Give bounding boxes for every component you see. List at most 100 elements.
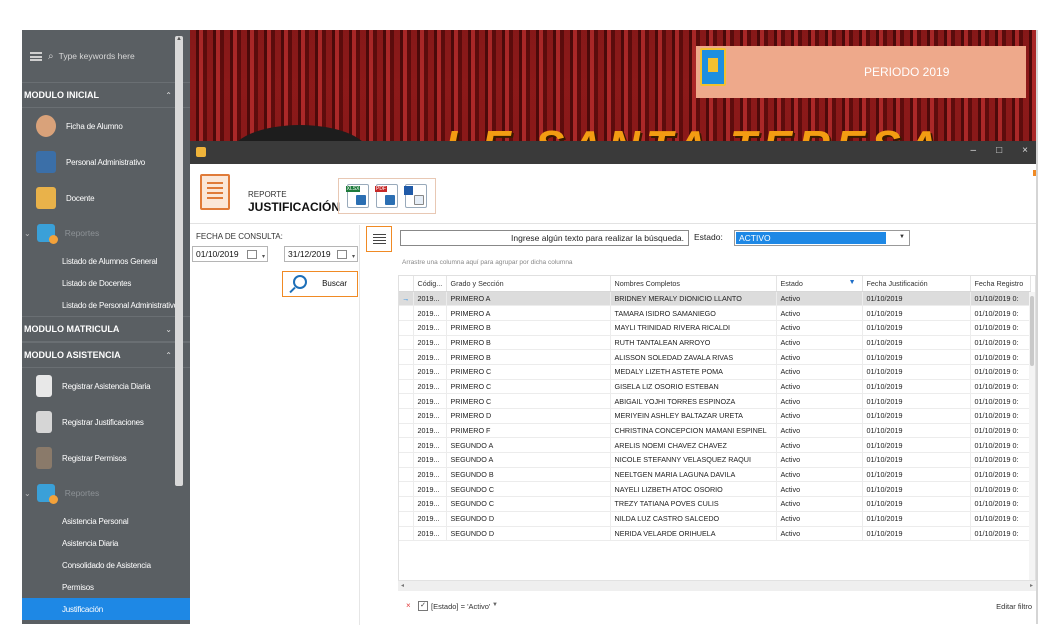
cell-fecha-justificacion[interactable]: 01/10/2019 xyxy=(862,335,971,351)
sidebar-item-docente[interactable]: Docente xyxy=(22,180,190,216)
cell-fecha-registro[interactable]: 01/10/2019 0: xyxy=(970,467,1031,483)
cell-codigo[interactable]: 2019... xyxy=(413,452,447,468)
cell-nombres[interactable]: TAMARA ISIDRO SAMANIEGO xyxy=(610,305,777,321)
cell-codigo[interactable]: 2019... xyxy=(413,481,447,498)
cell-fecha-registro[interactable]: 01/10/2019 0: xyxy=(970,526,1031,542)
cell-fecha-justificacion[interactable]: 01/10/2019 xyxy=(862,511,971,527)
cell-nombres[interactable]: NICOLE STEFANNY VELASQUEZ RAQUI xyxy=(610,452,777,468)
table-row[interactable]: → 2019... PRIMERO A BRIDNEY MERALY DIONICIO… xyxy=(399,291,1031,307)
cell-fecha-justificacion[interactable]: 01/10/2019 xyxy=(862,452,971,468)
row-indicator[interactable] xyxy=(399,526,414,542)
cell-fecha-justificacion[interactable]: 01/10/2019 xyxy=(862,379,971,395)
sidebar-group-reportes-asistencia[interactable]: ⌄ Reportes xyxy=(22,476,190,510)
cell-codigo[interactable]: 2019... xyxy=(413,349,447,365)
cell-estado[interactable]: Activo xyxy=(776,408,863,424)
cell-grado-seccion[interactable]: PRIMERO A xyxy=(446,305,611,321)
cell-fecha-registro[interactable]: 01/10/2019 0: xyxy=(970,335,1031,351)
cell-grado-seccion[interactable]: SEGUNDO A xyxy=(446,437,611,454)
table-row[interactable]: 2019... SEGUNDO B NEELTGEN MARIA LAGUNA DA… xyxy=(399,467,1031,483)
column-chooser-button[interactable] xyxy=(366,226,392,252)
minimize-button[interactable]: – xyxy=(971,145,977,156)
row-indicator[interactable] xyxy=(399,364,414,380)
cell-fecha-registro[interactable]: 01/10/2019 0: xyxy=(970,511,1031,527)
cell-nombres[interactable]: MERIYEIN ASHLEY BALTAZAR URETA xyxy=(610,408,777,424)
cell-estado[interactable]: Activo xyxy=(776,349,863,365)
calendar-icon[interactable] xyxy=(337,250,347,259)
cell-fecha-registro[interactable]: 01/10/2019 0: xyxy=(970,379,1031,395)
cell-grado-seccion[interactable]: PRIMERO C xyxy=(446,379,611,395)
maximize-button[interactable]: □ xyxy=(996,145,1002,156)
cell-codigo[interactable]: 2019... xyxy=(413,437,447,454)
cell-estado[interactable]: Activo xyxy=(776,526,863,542)
cell-nombres[interactable]: ABIGAIL YOJHI TORRES ESPINOZA xyxy=(610,393,777,409)
sidebar-item-registrar-permisos[interactable]: Registrar Permisos xyxy=(22,440,190,476)
cell-fecha-justificacion[interactable]: 01/10/2019 xyxy=(862,393,971,409)
cell-estado[interactable]: Activo xyxy=(776,511,863,527)
module-asistencia[interactable]: MODULO ASISTENCIA ⌃ xyxy=(22,342,190,368)
table-row[interactable]: 2019... SEGUNDO A ARELIS NOEMI CHAVEZ CHAV… xyxy=(399,437,1031,454)
cell-grado-seccion[interactable]: PRIMERO C xyxy=(446,393,611,409)
cell-codigo[interactable]: 2019... xyxy=(413,291,447,307)
sidebar-item-registrar-asistencia[interactable]: Registrar Asistencia Diaria xyxy=(22,368,190,404)
grid-vertical-scrollbar[interactable] xyxy=(1029,292,1035,584)
cell-codigo[interactable]: 2019... xyxy=(413,364,447,380)
sidebar-search-input[interactable]: Type keywords here xyxy=(59,51,135,61)
cell-codigo[interactable]: 2019... xyxy=(413,320,447,336)
filter-expression[interactable]: [Estado] = 'Activo' xyxy=(431,602,490,611)
cell-codigo[interactable]: 2019... xyxy=(413,393,447,409)
cell-estado[interactable]: Activo xyxy=(776,467,863,483)
cell-codigo[interactable]: 2019... xyxy=(413,467,447,483)
cell-nombres[interactable]: NAYELI LIZBETH ATOC OSORIO xyxy=(610,481,777,498)
sidebar-item-listado-personal[interactable]: Listado de Personal Administrativo xyxy=(22,294,190,316)
cell-estado[interactable]: Activo xyxy=(776,496,863,512)
cell-grado-seccion[interactable]: PRIMERO C xyxy=(446,364,611,380)
module-matricula[interactable]: MODULO MATRICULA ⌄ xyxy=(22,316,190,342)
cell-codigo[interactable]: 2019... xyxy=(413,335,447,351)
cell-fecha-registro[interactable]: 01/10/2019 0: xyxy=(970,481,1031,498)
row-indicator[interactable] xyxy=(399,393,414,409)
cell-grado-seccion[interactable]: SEGUNDO A xyxy=(446,452,611,468)
cell-fecha-registro[interactable]: 01/10/2019 0: xyxy=(970,305,1031,321)
cell-fecha-justificacion[interactable]: 01/10/2019 xyxy=(862,320,971,336)
clear-filter-icon[interactable]: × xyxy=(406,601,411,610)
table-row[interactable]: 2019... PRIMERO B RUTH TANTALEAN ARROYO Act… xyxy=(399,335,1031,351)
date-to-picker[interactable]: 31/12/2019 ▾ xyxy=(284,246,358,262)
cell-fecha-registro[interactable]: 01/10/2019 0: xyxy=(970,408,1031,424)
cell-fecha-justificacion[interactable]: 01/10/2019 xyxy=(862,291,971,307)
column-header-fecha-justificacion[interactable]: Fecha Justificación xyxy=(862,276,971,292)
cell-fecha-justificacion[interactable]: 01/10/2019 xyxy=(862,423,971,439)
cell-fecha-registro[interactable]: 01/10/2019 0: xyxy=(970,320,1031,336)
hamburger-icon[interactable] xyxy=(30,51,42,61)
row-indicator[interactable] xyxy=(399,349,414,365)
table-row[interactable]: 2019... SEGUNDO D NILDA LUZ CASTRO SALCEDO… xyxy=(399,511,1031,527)
cell-grado-seccion[interactable]: PRIMERO B xyxy=(446,335,611,351)
cell-codigo[interactable]: 2019... xyxy=(413,379,447,395)
cell-fecha-justificacion[interactable]: 01/10/2019 xyxy=(862,364,971,380)
cell-nombres[interactable]: MAYLI TRINIDAD RIVERA RICALDI xyxy=(610,320,777,336)
pdf-export-button[interactable]: PDF xyxy=(374,184,398,208)
sidebar-search[interactable]: ⌕ Type keywords here xyxy=(22,30,190,82)
cell-fecha-justificacion[interactable]: 01/10/2019 xyxy=(862,481,971,498)
sidebar-item-consolidado-asistencia[interactable]: Consolidado de Asistencia xyxy=(22,554,190,576)
cell-nombres[interactable]: GISELA LIZ OSORIO ESTEBAN xyxy=(610,379,777,395)
cell-codigo[interactable]: 2019... xyxy=(413,511,447,527)
filter-enabled-checkbox[interactable]: ✓ xyxy=(418,601,428,611)
estado-select[interactable]: ACTIVO ▼ xyxy=(734,230,910,246)
scroll-left-icon[interactable]: ◂ xyxy=(401,581,404,591)
table-row[interactable]: 2019... PRIMERO C GISELA LIZ OSORIO ESTEBA… xyxy=(399,379,1031,395)
filter-icon[interactable]: ▼ xyxy=(849,279,856,286)
cell-grado-seccion[interactable]: SEGUNDO B xyxy=(446,467,611,483)
row-indicator[interactable] xyxy=(399,511,414,527)
cell-estado[interactable]: Activo xyxy=(776,335,863,351)
sidebar-item-listado-docentes[interactable]: Listado de Docentes xyxy=(22,272,190,294)
table-row[interactable]: 2019... PRIMERO B ALISSON SOLEDAD ZAVALA R… xyxy=(399,349,1031,365)
row-indicator[interactable] xyxy=(399,452,414,468)
table-row[interactable]: 2019... PRIMERO A TAMARA ISIDRO SAMANIEGO A… xyxy=(399,305,1031,321)
column-header-nombres[interactable]: Nombres Completos xyxy=(610,276,777,292)
row-indicator[interactable] xyxy=(399,305,414,321)
table-row[interactable]: 2019... SEGUNDO A NICOLE STEFANNY VELASQUE… xyxy=(399,452,1031,468)
sidebar-item-justificacion[interactable]: Justificación xyxy=(22,598,190,620)
row-indicator[interactable] xyxy=(399,481,414,498)
cell-estado[interactable]: Activo xyxy=(776,379,863,395)
dropdown-arrow-icon[interactable]: ▾ xyxy=(262,250,265,264)
